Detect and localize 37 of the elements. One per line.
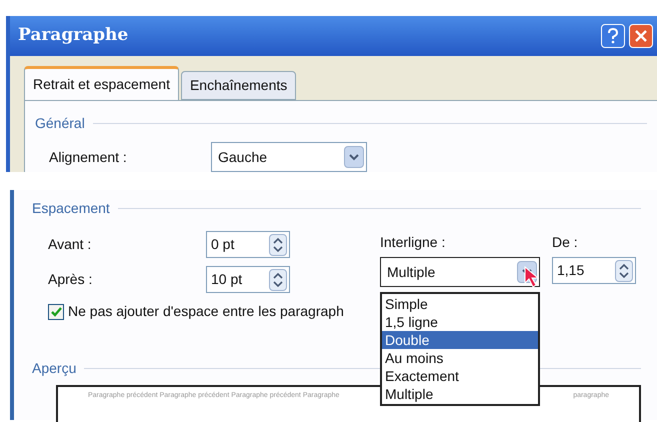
spin-arrows-icon [273, 272, 283, 288]
spin-buttons[interactable] [615, 260, 633, 282]
spin-field[interactable]: 1,15 [552, 257, 636, 284]
spin-field[interactable]: 0 pt [206, 231, 290, 258]
alignment-dropdown[interactable]: Gauche [211, 142, 367, 172]
close-button[interactable] [629, 24, 653, 48]
check-icon [50, 306, 62, 316]
dropdown-option[interactable]: Exactement [382, 367, 538, 385]
spin-field[interactable]: 10 pt [206, 266, 290, 293]
spin-buttons[interactable] [269, 234, 287, 256]
section-heading: Général [35, 114, 85, 133]
line-spacing-dropdown[interactable]: Multiple [380, 257, 540, 287]
field-label: Alignement : [49, 148, 128, 167]
tab[interactable]: Enchaînements [180, 71, 296, 100]
spin-arrows-icon [273, 236, 283, 252]
window-title: Paragraphe [18, 24, 128, 48]
field-label: Après : [48, 270, 94, 289]
spin-arrows-icon [619, 262, 629, 278]
dropdown-option[interactable]: Double [382, 331, 538, 349]
field-label: De : [552, 233, 579, 252]
dropdown-option[interactable]: Simple [382, 295, 538, 313]
field-label: Interligne : [380, 233, 446, 252]
checkbox[interactable] [48, 304, 64, 320]
close-icon [635, 30, 647, 42]
checkbox-label: Ne pas ajouter d'espace entre les paragraph [68, 302, 344, 321]
section-heading: Aperçu [32, 359, 76, 378]
field-label: Avant : [48, 235, 92, 254]
spin-buttons[interactable] [269, 268, 287, 290]
tab[interactable]: Retrait et espacement [24, 66, 179, 100]
dropdown-caret-icon[interactable] [344, 146, 364, 168]
dropdown-option[interactable]: Au moins [382, 349, 538, 367]
dropdown-option[interactable]: 1,5 ligne [382, 313, 538, 331]
mouse-cursor-icon [524, 266, 540, 288]
section-heading: Espacement [32, 199, 110, 218]
dropdown-option[interactable]: Multiple [382, 385, 538, 403]
help-button[interactable] [601, 24, 625, 48]
help-icon [607, 28, 619, 44]
